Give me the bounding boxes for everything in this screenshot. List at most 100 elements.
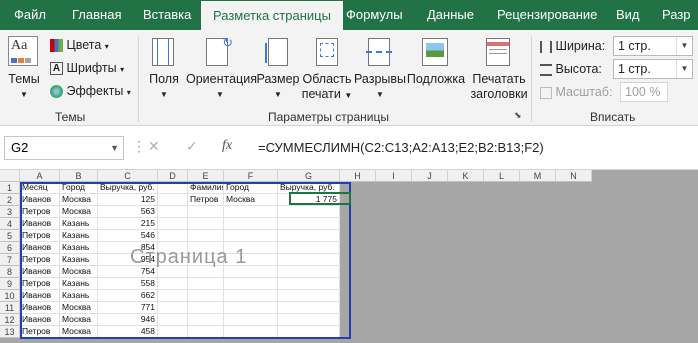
row-header[interactable]: 10 [0,290,20,302]
name-box[interactable]: G2 ▼ [4,136,124,160]
enter-icon[interactable]: ✓ [186,138,198,155]
table-cell[interactable] [158,326,188,338]
breaks-button[interactable]: Разрывы ▼ [354,72,406,102]
margins-button[interactable]: Поля ▼ [144,72,184,102]
effects-button[interactable]: Эффекты ▾ [50,82,131,100]
table-cell[interactable] [158,218,188,230]
column-header[interactable]: G [278,170,340,182]
table-cell[interactable] [158,278,188,290]
tab-data[interactable]: Данные [427,0,474,30]
column-header[interactable]: N [556,170,592,182]
table-cell[interactable]: Город [60,182,98,194]
tab-formulas[interactable]: Формулы [346,0,403,30]
table-cell[interactable] [158,314,188,326]
column-header[interactable]: I [376,170,412,182]
tab-review[interactable]: Рецензирование [497,0,597,30]
table-cell[interactable]: Петров [20,206,60,218]
table-cell[interactable]: 215 [98,218,158,230]
row-header[interactable]: 4 [0,218,20,230]
table-cell[interactable] [188,206,224,218]
table-cell[interactable] [188,314,224,326]
formula-input[interactable]: =СУММЕСЛИМН(C2:C13;A2:A13;E2;B2:B13;F2) [258,136,544,160]
table-cell[interactable]: Выручка, руб. [278,182,340,194]
row-header[interactable]: 2 [0,194,20,206]
table-cell[interactable] [188,302,224,314]
fonts-button[interactable]: A Шрифты ▾ [50,59,124,77]
chevron-down-icon[interactable]: ▼ [676,37,692,55]
print-titles-button[interactable]: Печатать заголовки [468,72,530,102]
table-cell[interactable]: Казань [60,230,98,242]
table-cell[interactable]: Иванов [20,218,60,230]
height-combo[interactable]: 1 стр. ▼ [613,59,693,79]
table-cell[interactable]: Москва [224,194,278,206]
table-cell[interactable]: Петров [188,194,224,206]
table-cell[interactable] [224,314,278,326]
table-cell[interactable]: Казань [60,218,98,230]
table-cell[interactable]: 1 775 [278,194,340,206]
column-header[interactable]: E [188,170,224,182]
print-area-button[interactable]: Область печати ▼ [300,72,354,103]
chevron-down-icon[interactable]: ▼ [110,137,119,159]
select-all-corner[interactable] [0,170,20,182]
table-cell[interactable] [278,242,340,254]
row-header[interactable]: 1 [0,182,20,194]
cancel-icon[interactable]: ✕ [148,138,160,155]
table-cell[interactable]: 125 [98,194,158,206]
table-cell[interactable] [158,302,188,314]
table-cell[interactable]: Петров [20,326,60,338]
table-cell[interactable]: Казань [60,242,98,254]
table-cell[interactable]: Иванов [20,194,60,206]
table-cell[interactable]: Москва [60,206,98,218]
column-header[interactable]: A [20,170,60,182]
row-header[interactable]: 8 [0,266,20,278]
column-header[interactable]: L [484,170,520,182]
table-cell[interactable] [278,278,340,290]
table-cell[interactable]: Иванов [20,242,60,254]
row-header[interactable]: 9 [0,278,20,290]
column-header[interactable]: K [448,170,484,182]
table-cell[interactable] [278,290,340,302]
table-cell[interactable]: Иванов [20,290,60,302]
table-cell[interactable]: Москва [60,302,98,314]
table-cell[interactable] [224,302,278,314]
row-header[interactable]: 11 [0,302,20,314]
tab-home[interactable]: Главная [72,0,121,30]
table-cell[interactable]: Иванов [20,314,60,326]
table-cell[interactable] [188,290,224,302]
orientation-button[interactable]: Ориентация ▼ [186,72,257,102]
table-cell[interactable]: Москва [60,314,98,326]
column-header[interactable]: D [158,170,188,182]
colors-button[interactable]: Цвета ▾ [50,36,109,54]
table-cell[interactable] [158,206,188,218]
table-cell[interactable]: 662 [98,290,158,302]
column-header[interactable]: F [224,170,278,182]
row-header[interactable]: 6 [0,242,20,254]
table-cell[interactable]: Казань [60,254,98,266]
themes-button[interactable]: Темы ▼ [6,72,42,102]
table-cell[interactable]: Москва [60,266,98,278]
table-cell[interactable] [158,290,188,302]
table-cell[interactable]: Казань [60,290,98,302]
tab-file[interactable]: Файл [14,0,46,30]
table-cell[interactable] [278,218,340,230]
table-cell[interactable]: Петров [20,278,60,290]
table-cell[interactable] [158,194,188,206]
table-cell[interactable] [224,206,278,218]
width-combo[interactable]: 1 стр. ▼ [613,36,693,56]
column-header[interactable]: H [340,170,376,182]
table-cell[interactable] [188,230,224,242]
tab-insert[interactable]: Вставка [143,0,191,30]
table-cell[interactable] [224,290,278,302]
column-header[interactable]: B [60,170,98,182]
table-cell[interactable]: Выручка, руб. [98,182,158,194]
row-header[interactable]: 5 [0,230,20,242]
row-header[interactable]: 12 [0,314,20,326]
table-cell[interactable] [188,218,224,230]
table-cell[interactable] [224,278,278,290]
size-button[interactable]: Размер ▼ [256,72,300,102]
table-cell[interactable]: Иванов [20,266,60,278]
table-cell[interactable]: 546 [98,230,158,242]
table-cell[interactable] [224,230,278,242]
tab-view[interactable]: Вид [616,0,640,30]
table-cell[interactable]: Москва [60,194,98,206]
